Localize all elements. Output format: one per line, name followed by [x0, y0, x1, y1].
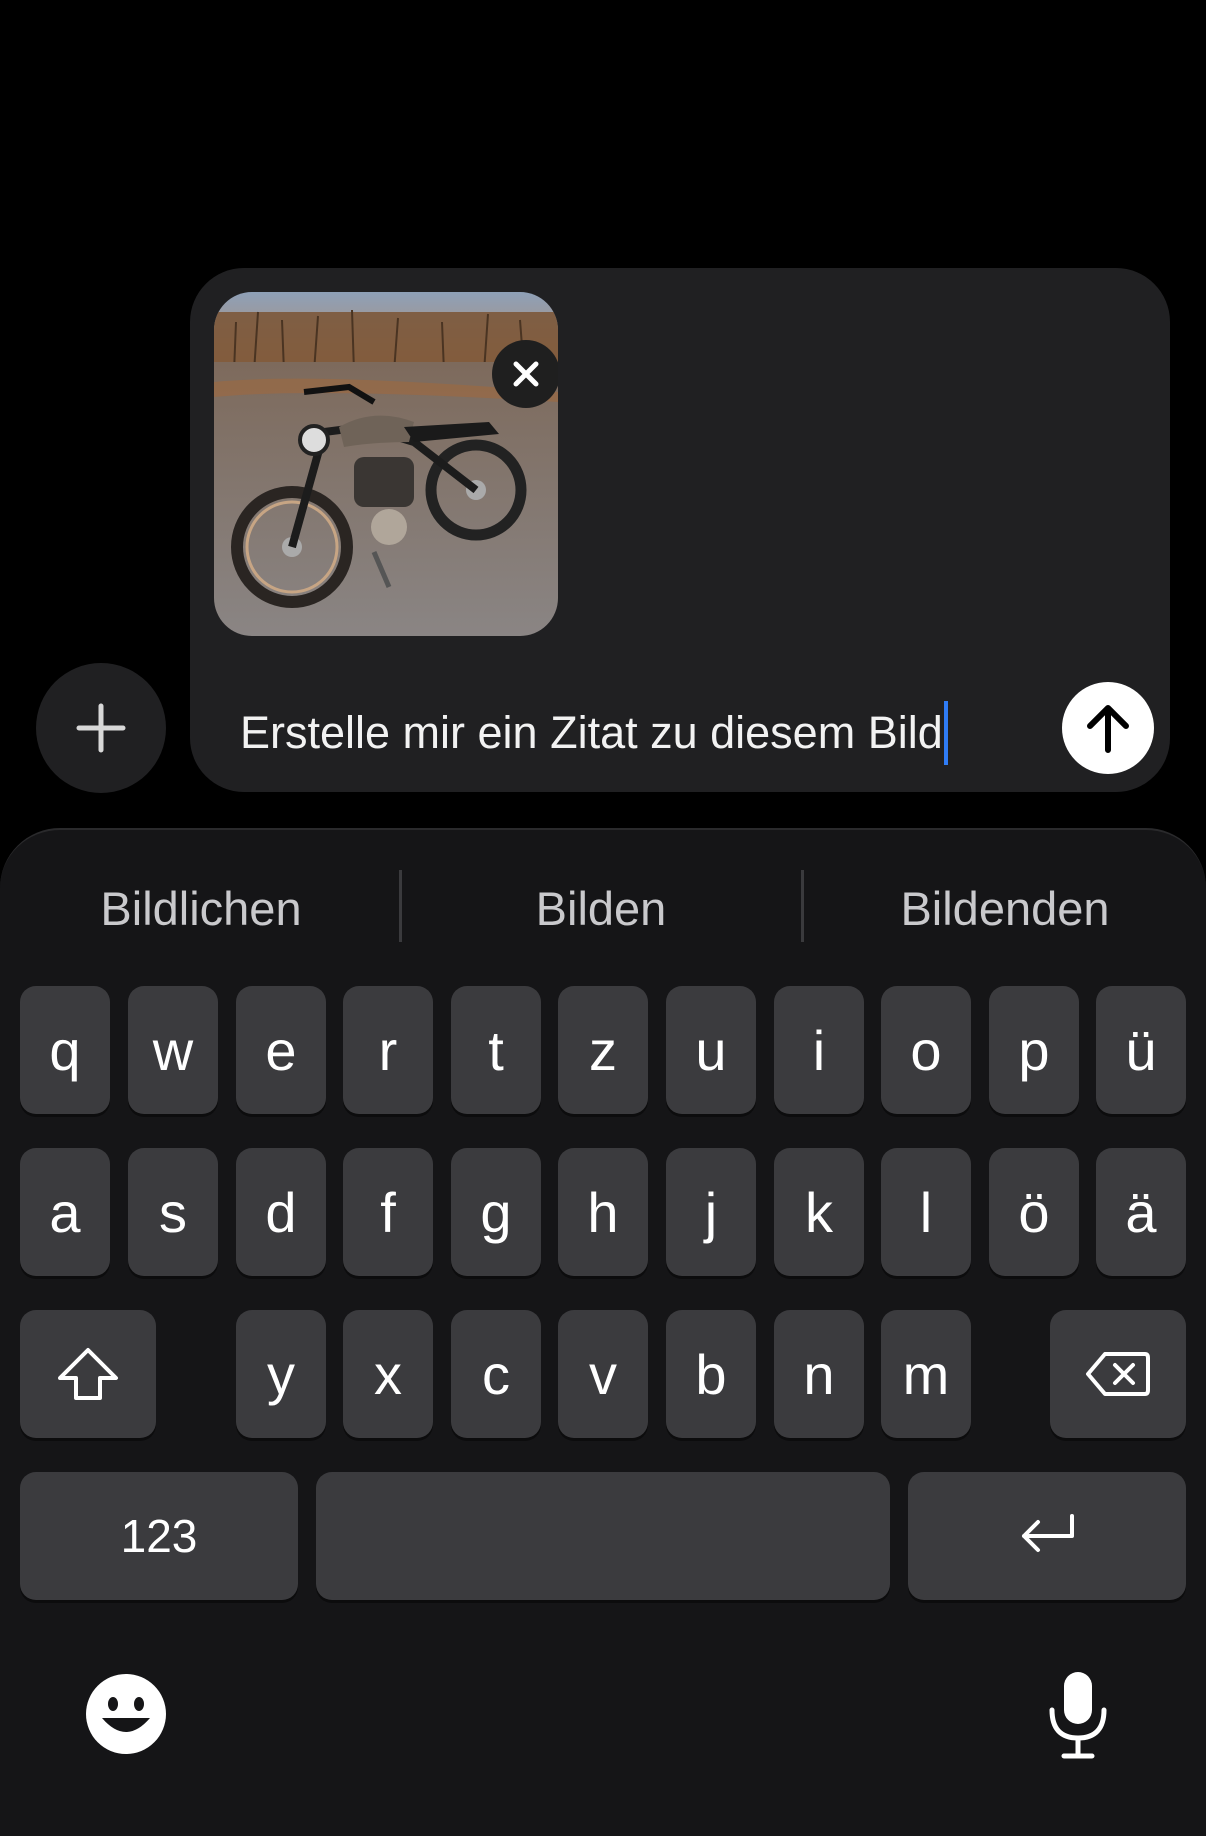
- key-w[interactable]: w: [128, 986, 218, 1114]
- key-b[interactable]: b: [666, 1310, 756, 1438]
- suggestion-2[interactable]: Bilden: [420, 872, 782, 944]
- message-input[interactable]: Erstelle mir ein Zitat zu diesem Bild: [240, 696, 1040, 770]
- key-y[interactable]: y: [236, 1310, 326, 1438]
- attached-image[interactable]: [214, 292, 558, 636]
- shift-key[interactable]: [20, 1310, 156, 1438]
- plus-icon: [76, 703, 126, 753]
- motorcycle-photo: [214, 292, 558, 636]
- key-h[interactable]: h: [558, 1148, 648, 1276]
- key-o[interactable]: o: [881, 986, 971, 1114]
- key-a[interactable]: a: [20, 1148, 110, 1276]
- key-c[interactable]: c: [451, 1310, 541, 1438]
- space-key[interactable]: [316, 1472, 890, 1600]
- suggestion-divider: [399, 870, 402, 942]
- arrow-up-icon: [1087, 705, 1129, 753]
- keyboard: Bildlichen Bilden Bildenden q w e r t z …: [0, 828, 1206, 1836]
- key-j[interactable]: j: [666, 1148, 756, 1276]
- shift-icon: [58, 1348, 118, 1400]
- backspace-key[interactable]: [1050, 1310, 1186, 1438]
- return-icon: [1022, 1514, 1074, 1552]
- emoji-icon: [86, 1674, 166, 1754]
- key-u[interactable]: u: [666, 986, 756, 1114]
- suggestion-1[interactable]: Bildlichen: [20, 872, 382, 944]
- key-t[interactable]: t: [451, 986, 541, 1114]
- key-ue[interactable]: ü: [1096, 986, 1186, 1114]
- numbers-key[interactable]: 123: [20, 1472, 298, 1600]
- close-icon: [513, 361, 539, 387]
- message-text: Erstelle mir ein Zitat zu diesem Bild: [240, 707, 943, 758]
- key-d[interactable]: d: [236, 1148, 326, 1276]
- key-p[interactable]: p: [989, 986, 1079, 1114]
- key-ae[interactable]: ä: [1096, 1148, 1186, 1276]
- message-composer: Erstelle mir ein Zitat zu diesem Bild: [190, 268, 1170, 792]
- key-s[interactable]: s: [128, 1148, 218, 1276]
- key-m[interactable]: m: [881, 1310, 971, 1438]
- suggestion-divider: [801, 870, 804, 942]
- backspace-icon: [1086, 1352, 1150, 1396]
- key-e[interactable]: e: [236, 986, 326, 1114]
- text-caret: [943, 701, 948, 765]
- key-v[interactable]: v: [558, 1310, 648, 1438]
- key-k[interactable]: k: [774, 1148, 864, 1276]
- key-f[interactable]: f: [343, 1148, 433, 1276]
- key-i[interactable]: i: [774, 986, 864, 1114]
- key-oe[interactable]: ö: [989, 1148, 1079, 1276]
- send-button[interactable]: [1062, 682, 1154, 774]
- key-r[interactable]: r: [343, 986, 433, 1114]
- microphone-icon: [1049, 1672, 1107, 1759]
- return-key[interactable]: [908, 1472, 1186, 1600]
- key-g[interactable]: g: [451, 1148, 541, 1276]
- add-attachment-button[interactable]: [36, 663, 166, 793]
- key-x[interactable]: x: [343, 1310, 433, 1438]
- remove-attachment-button[interactable]: [492, 340, 558, 408]
- dictation-button[interactable]: [1044, 1670, 1112, 1760]
- suggestion-3[interactable]: Bildenden: [824, 872, 1186, 944]
- emoji-button[interactable]: [84, 1672, 168, 1756]
- key-z[interactable]: z: [558, 986, 648, 1114]
- key-n[interactable]: n: [774, 1310, 864, 1438]
- key-l[interactable]: l: [881, 1148, 971, 1276]
- key-q[interactable]: q: [20, 986, 110, 1114]
